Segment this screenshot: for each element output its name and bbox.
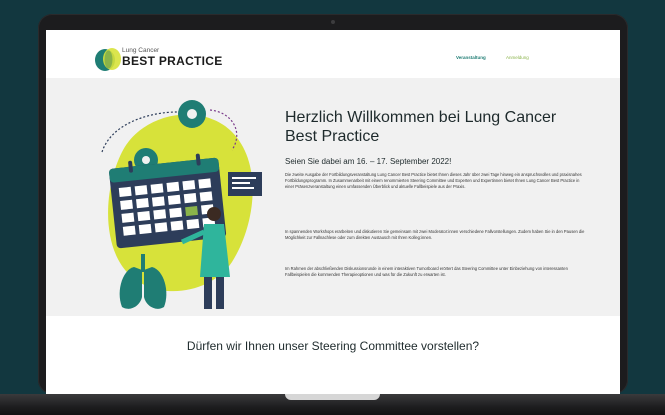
hero-subtitle: Seien Sie dabei am 16. – 17. September 2… bbox=[285, 157, 452, 166]
site-header: Lung Cancer BEST PRACTICE Veranstaltung … bbox=[46, 30, 620, 78]
steering-committee-heading: Dürfen wir Ihnen unser Steering Committe… bbox=[186, 339, 480, 353]
laptop-frame: Lung Cancer BEST PRACTICE Veranstaltung … bbox=[38, 14, 628, 394]
brand-tagline: Lung Cancer bbox=[122, 47, 160, 54]
hero-title: Herzlich Willkommen bei Lung Cancer Best… bbox=[285, 109, 557, 145]
nav-item-veranstaltung[interactable]: Veranstaltung bbox=[456, 55, 486, 60]
intro-paragraph: Die zweite Ausgabe der Fortbildungsveran… bbox=[285, 172, 582, 190]
hero-section: Herzlich Willkommen bei Lung Cancer Best… bbox=[46, 78, 620, 316]
calendar-illustration bbox=[101, 100, 262, 309]
nav-item-anmeldung[interactable]: Anmeldung bbox=[506, 55, 529, 60]
browser-viewport: Lung Cancer BEST PRACTICE Veranstaltung … bbox=[46, 30, 620, 394]
laptop-notch bbox=[285, 394, 380, 400]
tumorboard-paragraph: Im Rahmen der abschließenden Diskussions… bbox=[285, 266, 568, 278]
workshop-paragraph: In spannenden Workshops erarbeiten und d… bbox=[285, 229, 585, 241]
camera-icon bbox=[331, 20, 335, 24]
brand-name: BEST PRACTICE bbox=[122, 54, 223, 68]
